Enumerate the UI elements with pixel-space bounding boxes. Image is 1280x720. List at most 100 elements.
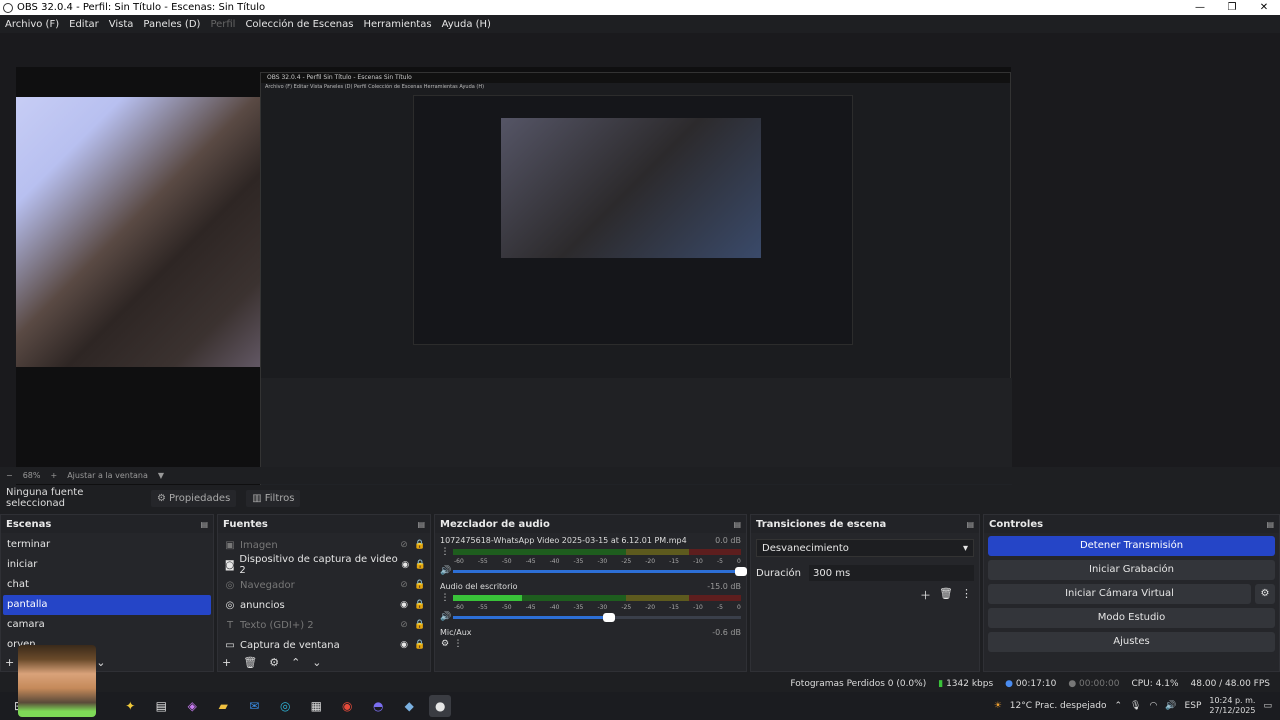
tray-chevron-icon[interactable]: ⌃: [1114, 701, 1122, 711]
source-item[interactable]: ▭ Captura de ventana ◉ 🔒: [220, 635, 428, 655]
scene-down-button[interactable]: ⌄: [96, 656, 105, 669]
bitrate: ▮ 1342 kbps: [938, 679, 994, 689]
fit-window-label[interactable]: Ajustar a la ventana: [67, 471, 148, 480]
properties-button[interactable]: ⚙ Propiedades: [151, 489, 237, 507]
move-up-button[interactable]: ⌃: [291, 656, 300, 669]
virtual-camera-settings-icon[interactable]: ⚙: [1255, 584, 1275, 604]
clock-date: 27/12/2025: [1209, 706, 1256, 715]
fps: 48.00 / 48.00 FPS: [1190, 679, 1270, 689]
store-icon[interactable]: ▦: [305, 695, 327, 717]
dock-menu-icon[interactable]: ▤: [200, 520, 208, 529]
more-options-icon[interactable]: ⋮: [453, 639, 463, 649]
scene-item[interactable]: iniciar: [3, 555, 211, 575]
scene-item[interactable]: chat: [3, 575, 211, 595]
weather[interactable]: 12°C Prac. despejado: [1010, 701, 1107, 711]
clock[interactable]: 10:24 p. m. 27/12/2025: [1209, 696, 1255, 716]
add-transition-icon[interactable]: ＋: [920, 587, 931, 603]
copilot-icon[interactable]: ◈: [181, 695, 203, 717]
menu-item[interactable]: Paneles (D): [143, 19, 200, 30]
scene-item[interactable]: terminar: [3, 535, 211, 555]
dock-menu-icon[interactable]: ▤: [966, 520, 974, 529]
duration-input[interactable]: 300 ms: [809, 565, 974, 581]
eye-icon[interactable]: ◉: [398, 560, 413, 570]
virtual-camera-button[interactable]: Iniciar Cámara Virtual: [988, 584, 1251, 604]
lock-icon[interactable]: 🔒: [412, 640, 428, 650]
volume-icon[interactable]: 🔊: [440, 566, 451, 576]
dock-menu-icon[interactable]: ▤: [733, 520, 741, 529]
scenes-header: Escenas ▤: [1, 515, 213, 533]
notifications-icon[interactable]: ▭: [1263, 701, 1272, 711]
volume-icon[interactable]: 🔊: [440, 612, 451, 622]
eye-off-icon[interactable]: ⊘: [396, 620, 412, 630]
scene-item[interactable]: pantalla: [3, 595, 211, 615]
scale-tick: -25: [621, 604, 632, 611]
preview-area[interactable]: OBS 32.0.4 - Perfil Sin Título - Escenas…: [0, 33, 1280, 497]
source-label: Navegador: [240, 579, 295, 591]
dock-menu-icon[interactable]: ▤: [417, 520, 425, 529]
more-options-icon[interactable]: ⋮: [440, 593, 450, 603]
minimize-icon[interactable]: —: [1184, 2, 1216, 13]
lock-icon[interactable]: 🔒: [413, 560, 428, 570]
lock-icon[interactable]: 🔒: [412, 620, 428, 630]
close-icon[interactable]: ✕: [1248, 2, 1280, 13]
eye-off-icon[interactable]: ⊘: [396, 580, 412, 590]
eye-icon[interactable]: ◉: [396, 600, 412, 610]
menu-item[interactable]: Colección de Escenas: [245, 19, 353, 30]
zoom-out-button[interactable]: −: [6, 471, 13, 480]
wifi-icon[interactable]: ◠: [1149, 701, 1157, 711]
source-label: Captura de ventana: [240, 639, 340, 651]
menu-item[interactable]: Archivo (F): [5, 19, 59, 30]
preview-canvas[interactable]: OBS 32.0.4 - Perfil Sin Título - Escenas…: [16, 67, 1012, 497]
zoom-in-button[interactable]: +: [50, 471, 57, 480]
volume-slider[interactable]: [453, 566, 747, 576]
remove-source-button[interactable]: 🗑: [243, 656, 257, 669]
task-view-icon[interactable]: ▤: [150, 695, 172, 717]
menu-item[interactable]: Herramientas: [363, 19, 431, 30]
dock-menu-icon[interactable]: ▤: [1266, 520, 1274, 529]
start-recording-button[interactable]: Iniciar Grabación: [988, 560, 1275, 580]
add-source-button[interactable]: +: [222, 656, 231, 669]
source-item[interactable]: ▣ Imagen ⊘ 🔒: [220, 535, 428, 555]
chrome-icon[interactable]: ◉: [336, 695, 358, 717]
outlook-icon[interactable]: ✉: [243, 695, 265, 717]
volume-slider[interactable]: [453, 612, 741, 622]
add-scene-button[interactable]: +: [5, 656, 14, 669]
source-item[interactable]: ◙ Dispositivo de captura de video 2 ◉ 🔒: [220, 554, 428, 576]
language[interactable]: ESP: [1185, 701, 1202, 711]
obs-taskbar-icon[interactable]: ●: [429, 695, 452, 717]
more-options-icon[interactable]: ⋮: [961, 587, 972, 603]
zoom-dropdown-icon[interactable]: ▼: [158, 471, 164, 480]
studio-mode-button[interactable]: Modo Estudio: [988, 608, 1275, 628]
eye-off-icon[interactable]: ⊘: [396, 540, 412, 550]
menu-item[interactable]: Editar: [69, 19, 99, 30]
source-item[interactable]: ◎ Navegador ⊘ 🔒: [220, 575, 428, 595]
mixer-settings-icon[interactable]: ⚙: [440, 639, 450, 649]
transition-select[interactable]: Desvanecimiento ▾: [756, 539, 974, 557]
maximize-icon[interactable]: ❐: [1216, 2, 1248, 13]
stop-stream-button[interactable]: Detener Transmisión: [988, 536, 1275, 556]
scene-item[interactable]: camara: [3, 615, 211, 635]
steam-icon[interactable]: ◆: [398, 695, 420, 717]
source-item[interactable]: ◎ anuncios ◉ 🔒: [220, 595, 428, 615]
menu-item[interactable]: Ayuda (H): [442, 19, 491, 30]
lock-icon[interactable]: 🔒: [412, 580, 428, 590]
discord-icon[interactable]: ◓: [367, 695, 389, 717]
source-item[interactable]: T Texto (GDI+) 2 ⊘ 🔒: [220, 615, 428, 635]
source-label: Texto (GDI+) 2: [240, 619, 314, 631]
eye-icon[interactable]: ◉: [396, 640, 412, 650]
volume-meter: [453, 595, 741, 601]
settings-button[interactable]: Ajustes: [988, 632, 1275, 652]
source-properties-button[interactable]: ⚙: [269, 656, 279, 669]
file-explorer-icon[interactable]: ▰: [212, 695, 234, 717]
delete-transition-icon[interactable]: 🗑: [939, 587, 953, 603]
filters-button[interactable]: ▥ Filtros: [246, 489, 301, 507]
menu-item[interactable]: Perfil: [210, 19, 235, 30]
move-down-button[interactable]: ⌄: [312, 656, 321, 669]
lock-icon[interactable]: 🔒: [412, 600, 428, 610]
lock-icon[interactable]: 🔒: [412, 540, 428, 550]
menu-item[interactable]: Vista: [109, 19, 134, 30]
more-options-icon[interactable]: ⋮: [440, 547, 450, 557]
sparkle-icon[interactable]: ✦: [119, 695, 141, 717]
edge-icon[interactable]: ◎: [274, 695, 296, 717]
volume-icon[interactable]: 🔊: [1165, 701, 1176, 711]
